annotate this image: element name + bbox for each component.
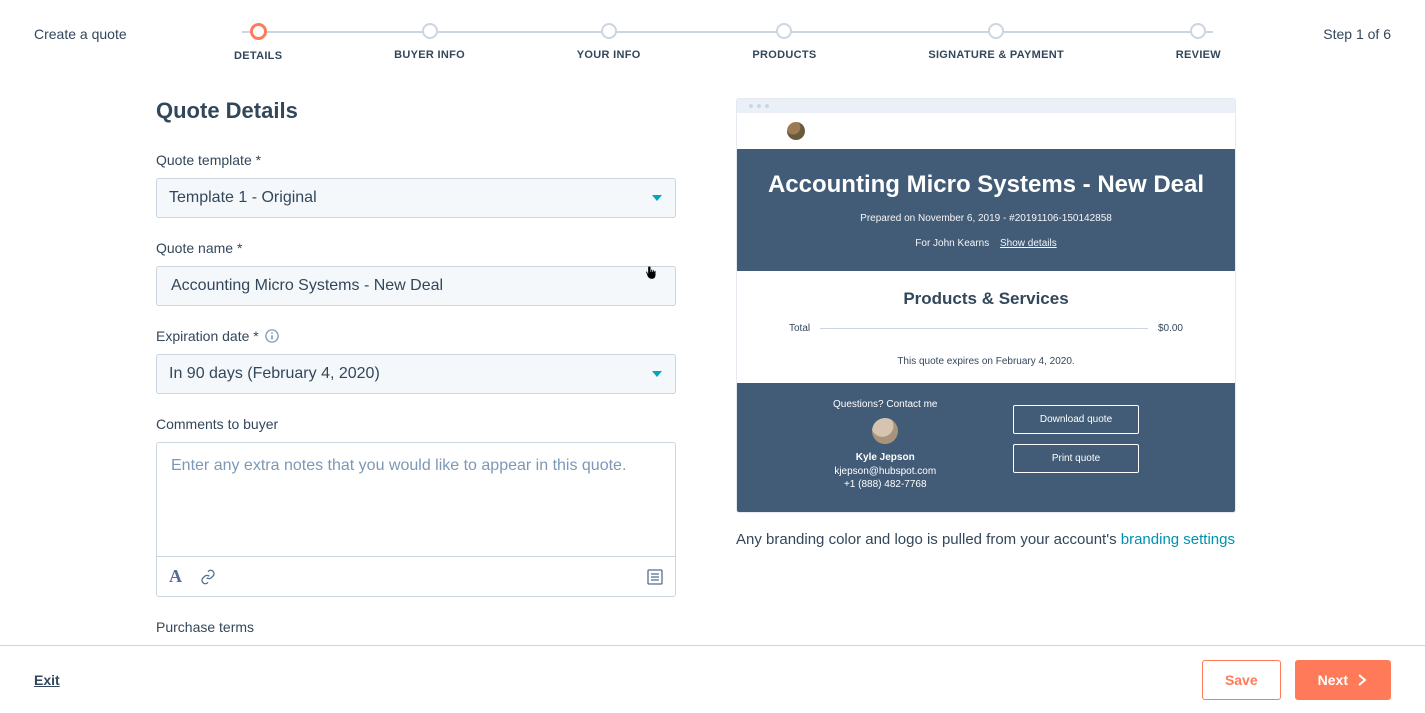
step-label: YOUR INFO (577, 49, 641, 61)
step-dot-icon (1190, 23, 1206, 39)
step-dot-icon (250, 23, 267, 40)
purchase-terms-label: Purchase terms (156, 619, 676, 635)
comments-textarea-wrap (157, 443, 675, 556)
divider-line (820, 328, 1148, 329)
expiration-date-label-text: Expiration date * (156, 328, 259, 344)
preview-buttons: Download quote Print quote (1013, 399, 1139, 473)
expiration-date-value: In 90 days (February 4, 2020) (169, 365, 380, 383)
save-button[interactable]: Save (1202, 660, 1281, 700)
company-avatar-icon (787, 122, 805, 140)
stepper: DETAILS BUYER INFO YOUR INFO PRODUCTS SI… (234, 7, 1221, 62)
quote-template-label: Quote template * (156, 152, 676, 168)
preview-header-strip (737, 113, 1235, 149)
field-comments: Comments to buyer A (156, 416, 676, 597)
preview-titlebar (737, 99, 1235, 113)
step-dot-icon (988, 23, 1004, 39)
step-dot-icon (776, 23, 792, 39)
step-review[interactable]: REVIEW (1176, 23, 1221, 61)
step-label: BUYER INFO (394, 49, 465, 61)
caret-down-icon (651, 192, 663, 204)
branding-settings-link[interactable]: branding settings (1121, 531, 1235, 548)
step-dot-icon (601, 23, 617, 39)
footer-bar: Exit Save Next (0, 645, 1425, 713)
footer-actions: Save Next (1202, 660, 1391, 700)
window-dot-icon (757, 104, 761, 108)
quote-template-select[interactable]: Template 1 - Original (156, 178, 676, 218)
quote-template-value: Template 1 - Original (169, 189, 317, 207)
contact-phone: +1 (888) 482-7768 (833, 479, 938, 490)
window-dot-icon (765, 104, 769, 108)
window-dot-icon (749, 104, 753, 108)
field-quote-template: Quote template * Template 1 - Original (156, 152, 676, 218)
preview-body: Products & Services Total $0.00 This quo… (737, 271, 1235, 383)
step-indicator: Step 1 of 6 (1261, 26, 1391, 42)
preview-for-text: For John Kearns (915, 238, 989, 249)
chevron-right-icon (1356, 674, 1368, 686)
quote-name-input[interactable] (169, 276, 663, 296)
save-button-label: Save (1225, 672, 1258, 688)
field-purchase-terms: Purchase terms (156, 619, 676, 635)
comments-label: Comments to buyer (156, 416, 676, 432)
main-content: Quote Details Quote template * Template … (0, 68, 1425, 645)
step-label: SIGNATURE & PAYMENT (928, 49, 1064, 61)
comments-textarea[interactable] (169, 455, 663, 539)
contact-avatar-icon (872, 418, 898, 444)
print-quote-button[interactable]: Print quote (1013, 444, 1139, 473)
expiration-date-select[interactable]: In 90 days (February 4, 2020) (156, 354, 676, 394)
contact-heading: Questions? Contact me (833, 399, 938, 410)
next-button-label: Next (1318, 672, 1348, 688)
top-bar: Create a quote DETAILS BUYER INFO YOUR I… (0, 0, 1425, 68)
preview-for-line: For John Kearns Show details (757, 238, 1215, 249)
next-button[interactable]: Next (1295, 660, 1391, 700)
comments-toolbar: A (157, 556, 675, 596)
stepper-connectors (234, 31, 1221, 33)
contact-email: kjepson@hubspot.com (833, 466, 938, 477)
preview-footer: Questions? Contact me Kyle Jepson kjepso… (737, 383, 1235, 512)
form-column: Quote Details Quote template * Template … (156, 98, 676, 645)
preview-title: Accounting Micro Systems - New Deal (757, 171, 1215, 199)
info-icon[interactable] (265, 329, 279, 343)
field-expiration-date: Expiration date * In 90 days (February 4… (156, 328, 676, 394)
total-value: $0.00 (1158, 323, 1183, 334)
step-dot-icon (422, 23, 438, 39)
caret-down-icon (651, 368, 663, 380)
show-details-link[interactable]: Show details (1000, 238, 1057, 249)
preview-prepared-line: Prepared on November 6, 2019 - #20191106… (757, 213, 1215, 224)
expiration-date-label: Expiration date * (156, 328, 676, 344)
font-style-icon[interactable]: A (169, 566, 182, 587)
step-products[interactable]: PRODUCTS (752, 23, 816, 61)
step-label: REVIEW (1176, 49, 1221, 61)
contact-name: Kyle Jepson (833, 452, 938, 463)
total-label: Total (789, 323, 810, 334)
expire-text: This quote expires on February 4, 2020. (789, 356, 1183, 367)
quote-name-input-wrap (156, 266, 676, 306)
branding-note-text: Any branding color and logo is pulled fr… (736, 531, 1121, 548)
link-icon[interactable] (200, 569, 216, 585)
download-quote-button[interactable]: Download quote (1013, 405, 1139, 434)
products-heading: Products & Services (789, 289, 1183, 309)
field-quote-name: Quote name * (156, 240, 676, 306)
quote-name-label: Quote name * (156, 240, 676, 256)
step-label: PRODUCTS (752, 49, 816, 61)
step-your-info[interactable]: YOUR INFO (577, 23, 641, 61)
preview-column: Accounting Micro Systems - New Deal Prep… (736, 98, 1269, 645)
page-title: Create a quote (34, 26, 194, 42)
quote-preview: Accounting Micro Systems - New Deal Prep… (736, 98, 1236, 513)
step-label: DETAILS (234, 50, 282, 62)
branding-note: Any branding color and logo is pulled fr… (736, 531, 1269, 548)
total-row: Total $0.00 (789, 323, 1183, 334)
step-signature-payment[interactable]: SIGNATURE & PAYMENT (928, 23, 1064, 61)
exit-link[interactable]: Exit (34, 672, 60, 688)
list-icon[interactable] (647, 569, 663, 585)
contact-block: Questions? Contact me Kyle Jepson kjepso… (833, 399, 938, 492)
step-details[interactable]: DETAILS (234, 23, 282, 62)
section-title: Quote Details (156, 98, 676, 124)
comments-editor: A (156, 442, 676, 597)
preview-hero: Accounting Micro Systems - New Deal Prep… (737, 149, 1235, 271)
step-buyer-info[interactable]: BUYER INFO (394, 23, 465, 61)
